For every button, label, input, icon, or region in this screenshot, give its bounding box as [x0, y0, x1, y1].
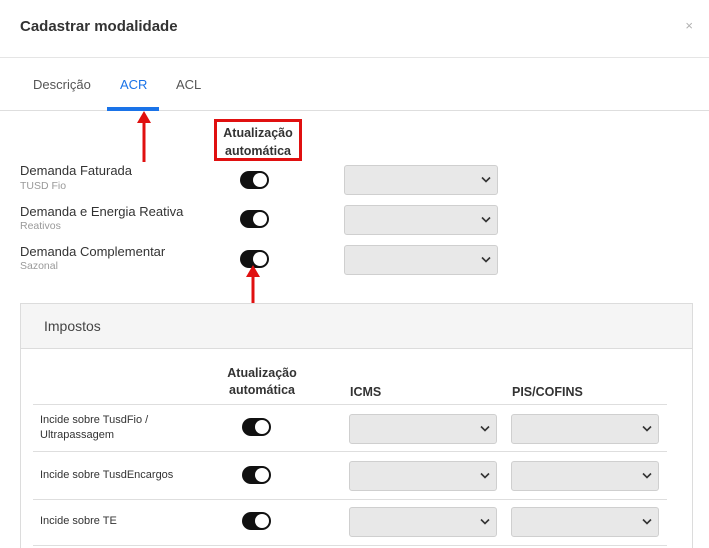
- icms-select[interactable]: [349, 414, 497, 444]
- tab-bar: Descrição ACR ACL: [0, 58, 709, 111]
- impostos-panel: Impostos Atualização automática ICMS PIS…: [20, 303, 693, 548]
- modality-select[interactable]: [344, 205, 498, 235]
- icms-select[interactable]: [349, 461, 497, 491]
- annotation-arrow-icon: [137, 111, 151, 162]
- auto-update-toggle[interactable]: [242, 512, 271, 530]
- chevron-down-icon: [642, 425, 652, 432]
- annotation-arrow-icon: [246, 265, 260, 305]
- table-divider: [33, 499, 667, 500]
- modal-dialog: Cadastrar modalidade × Descrição ACR ACL…: [0, 0, 709, 548]
- modality-select[interactable]: [344, 165, 498, 195]
- tax-row-label: Incide sobre TusdEncargos: [40, 469, 174, 481]
- tax-row-label: Incide sobre TE: [40, 515, 117, 527]
- pis-cofins-column-header: PIS/COFINS: [512, 385, 583, 399]
- modal-title: Cadastrar modalidade: [20, 18, 178, 35]
- pis-cofins-select[interactable]: [511, 507, 659, 537]
- auto-update-toggle[interactable]: [240, 171, 269, 189]
- modality-select[interactable]: [344, 245, 498, 275]
- chevron-down-icon: [480, 472, 490, 479]
- tab-acl[interactable]: ACL: [176, 77, 201, 92]
- chevron-down-icon: [481, 256, 491, 263]
- chevron-down-icon: [481, 176, 491, 183]
- row-sublabel: Sazonal: [20, 260, 58, 272]
- auto-update-column-header: Atualização automática: [227, 366, 297, 397]
- panel-title: Impostos: [44, 318, 101, 334]
- chevron-down-icon: [480, 425, 490, 432]
- pis-cofins-select[interactable]: [511, 414, 659, 444]
- icms-column-header: ICMS: [350, 385, 382, 399]
- chevron-down-icon: [480, 518, 490, 525]
- annotation-highlight-box: [214, 119, 302, 161]
- table-divider: [33, 545, 667, 546]
- row-label-demanda-faturada: Demanda Faturada: [20, 163, 133, 178]
- modal-header: Cadastrar modalidade ×: [0, 0, 709, 58]
- row-label-demanda-complementar: Demanda Complementar: [20, 244, 166, 259]
- row-sublabel: TUSD Fio: [20, 180, 67, 192]
- tab-descricao[interactable]: Descrição: [33, 77, 91, 92]
- tax-row-label: Incide sobre TusdFio / Ultrapassagem: [40, 414, 149, 441]
- table-divider: [33, 404, 667, 405]
- close-icon[interactable]: ×: [685, 18, 693, 33]
- icms-select[interactable]: [349, 507, 497, 537]
- table-divider: [33, 451, 667, 452]
- auto-update-toggle[interactable]: [240, 210, 269, 228]
- auto-update-toggle[interactable]: [242, 418, 271, 436]
- chevron-down-icon: [481, 216, 491, 223]
- chevron-down-icon: [642, 518, 652, 525]
- chevron-down-icon: [642, 472, 652, 479]
- row-label-demanda-energia-reativa: Demanda e Energia Reativa: [20, 204, 184, 219]
- tab-acr[interactable]: ACR: [120, 77, 147, 92]
- panel-header: Impostos: [21, 304, 692, 349]
- auto-update-toggle[interactable]: [242, 466, 271, 484]
- row-sublabel: Reativos: [20, 220, 61, 232]
- pis-cofins-select[interactable]: [511, 461, 659, 491]
